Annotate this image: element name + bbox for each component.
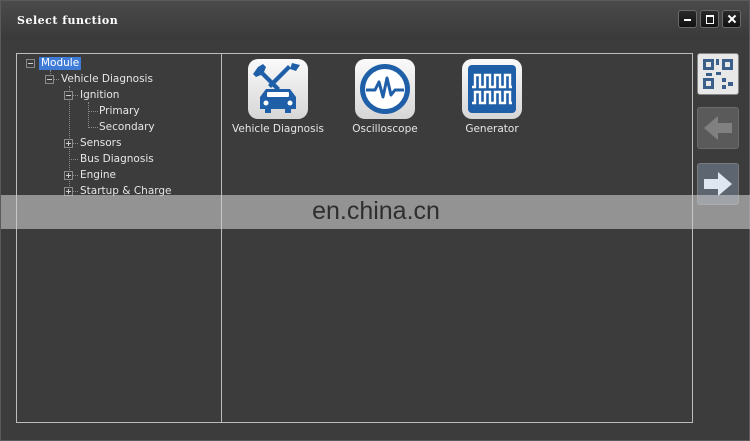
tree-line (88, 127, 98, 128)
tree-line (88, 102, 89, 128)
function-panel: Module Vehicle Diagnosis Ignition Primar… (16, 53, 693, 423)
qr-code-icon (703, 59, 733, 89)
module-tree: Module Vehicle Diagnosis Ignition Primar… (17, 54, 222, 422)
app-vehicle-diagnosis[interactable]: Vehicle Diagnosis (228, 59, 328, 135)
watermark-text: en.china.cn (312, 197, 440, 225)
arrow-left-icon (704, 116, 732, 140)
window-title: Select function (17, 14, 119, 27)
watermark-overlay: en.china.cn (1, 195, 750, 229)
tree-node-vehicle-diagnosis[interactable]: Vehicle Diagnosis (61, 73, 153, 86)
back-button[interactable] (697, 107, 739, 149)
app-label: Generator (465, 123, 519, 135)
app-oscilloscope[interactable]: Oscilloscope (335, 59, 435, 135)
select-function-window: Select function Module Vehicle Diagnosis… (0, 0, 750, 441)
generator-square-wave-icon (462, 59, 522, 119)
app-label: Vehicle Diagnosis (232, 123, 324, 135)
collapse-toggle-module[interactable] (26, 59, 35, 68)
tree-node-secondary[interactable]: Secondary (99, 121, 155, 134)
tree-node-ignition[interactable]: Ignition (80, 89, 119, 102)
app-label: Oscilloscope (352, 123, 418, 135)
title-bar[interactable]: Select function (1, 1, 749, 39)
maximize-button[interactable] (700, 10, 719, 28)
tree-node-bus-diagnosis[interactable]: Bus Diagnosis (80, 153, 154, 166)
expand-toggle-sensors[interactable] (64, 139, 73, 148)
tree-line (88, 111, 98, 112)
tree-node-sensors[interactable]: Sensors (80, 137, 121, 150)
app-generator[interactable]: Generator (442, 59, 542, 135)
tree-node-engine[interactable]: Engine (80, 169, 116, 182)
expand-toggle-engine[interactable] (64, 171, 73, 180)
close-button[interactable] (722, 10, 741, 28)
tree-node-module[interactable]: Module (39, 57, 82, 70)
collapse-toggle-ignition[interactable] (64, 91, 73, 100)
minimize-button[interactable] (678, 10, 697, 28)
collapse-toggle-vehicle-diagnosis[interactable] (45, 75, 54, 84)
tree-node-primary[interactable]: Primary (99, 105, 140, 118)
tree-line (69, 159, 78, 160)
qr-code-button[interactable] (697, 53, 739, 95)
oscilloscope-waveform-icon (355, 59, 415, 119)
wrench-screwdriver-car-icon (248, 59, 308, 119)
